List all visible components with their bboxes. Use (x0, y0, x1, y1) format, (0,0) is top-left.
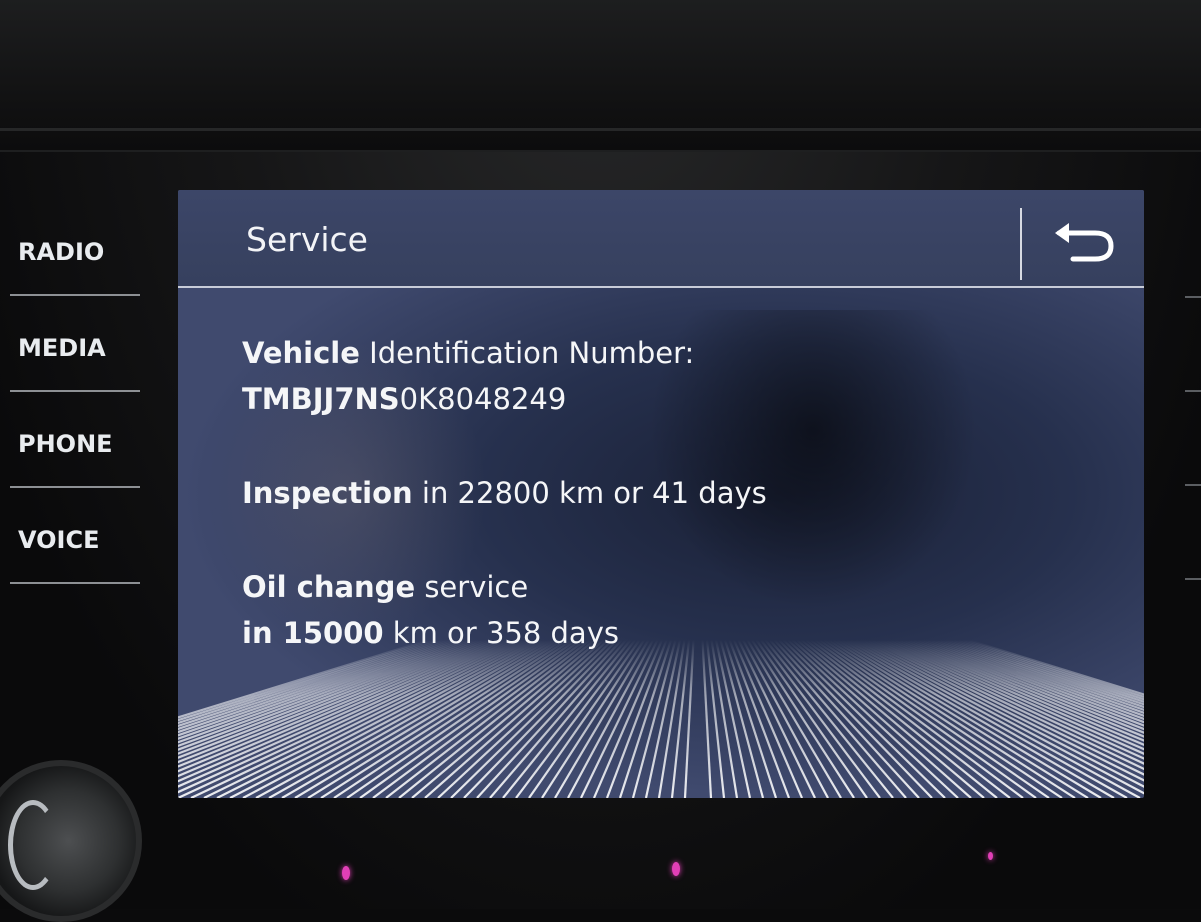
oil-change-distance: in 15000 (242, 616, 384, 650)
media-button[interactable]: MEDIA (0, 296, 140, 392)
oil-change-detail: in 15000 km or 358 days (242, 610, 1102, 656)
vin-label: Vehicle Identification Number: (242, 330, 1102, 376)
back-arrow-icon (1055, 223, 1114, 262)
oil-change-detail-rest: km or 358 days (392, 616, 619, 650)
phone-button-label: PHONE (18, 430, 113, 458)
inspection-label: Inspection (242, 476, 413, 510)
voice-button[interactable]: VOICE (0, 488, 140, 584)
right-edge-tick (1185, 390, 1201, 392)
voice-button-label: VOICE (18, 526, 100, 554)
ambient-light (342, 866, 350, 880)
ambient-light (672, 862, 680, 876)
vin-label-bold: Vehicle (242, 336, 360, 370)
right-edge-tick (1185, 296, 1201, 298)
vin-value-bold: TMBJJ7NS (242, 382, 400, 416)
decorative-stripes (178, 640, 1144, 798)
button-divider (10, 582, 140, 584)
inspection-info: Inspection in 22800 km or 41 days (242, 470, 1102, 516)
media-button-label: MEDIA (18, 334, 106, 362)
radio-button-label: RADIO (18, 238, 105, 266)
vin-value: TMBJJ7NS0K8048249 (242, 376, 1102, 422)
page-title: Service (246, 220, 368, 259)
hardware-button-panel: RADIO MEDIA PHONE VOICE (0, 200, 140, 584)
right-edge-tick (1185, 578, 1201, 580)
oil-change-label: Oil change (242, 570, 416, 604)
trim-line (0, 128, 1201, 131)
inspection-detail: in 22800 km or 41 days (421, 476, 767, 510)
phone-button[interactable]: PHONE (0, 392, 140, 488)
oil-change-info: Oil change service (242, 564, 1102, 610)
vin-value-rest: 0K8048249 (399, 382, 567, 416)
back-button[interactable] (1030, 200, 1138, 282)
oil-change-label-rest: service (424, 570, 529, 604)
knob-chrome-ring (8, 800, 58, 890)
service-info: Vehicle Identification Number: TMBJJ7NS0… (242, 330, 1102, 656)
radio-button[interactable]: RADIO (0, 200, 140, 296)
vin-label-rest: Identification Number: (369, 336, 695, 370)
header-separator (1020, 208, 1022, 280)
screen-header: Service (178, 190, 1144, 288)
ambient-light (988, 852, 993, 860)
infotainment-screen: Service Vehicle Identification Number: T… (178, 190, 1144, 798)
right-edge-tick (1185, 484, 1201, 486)
